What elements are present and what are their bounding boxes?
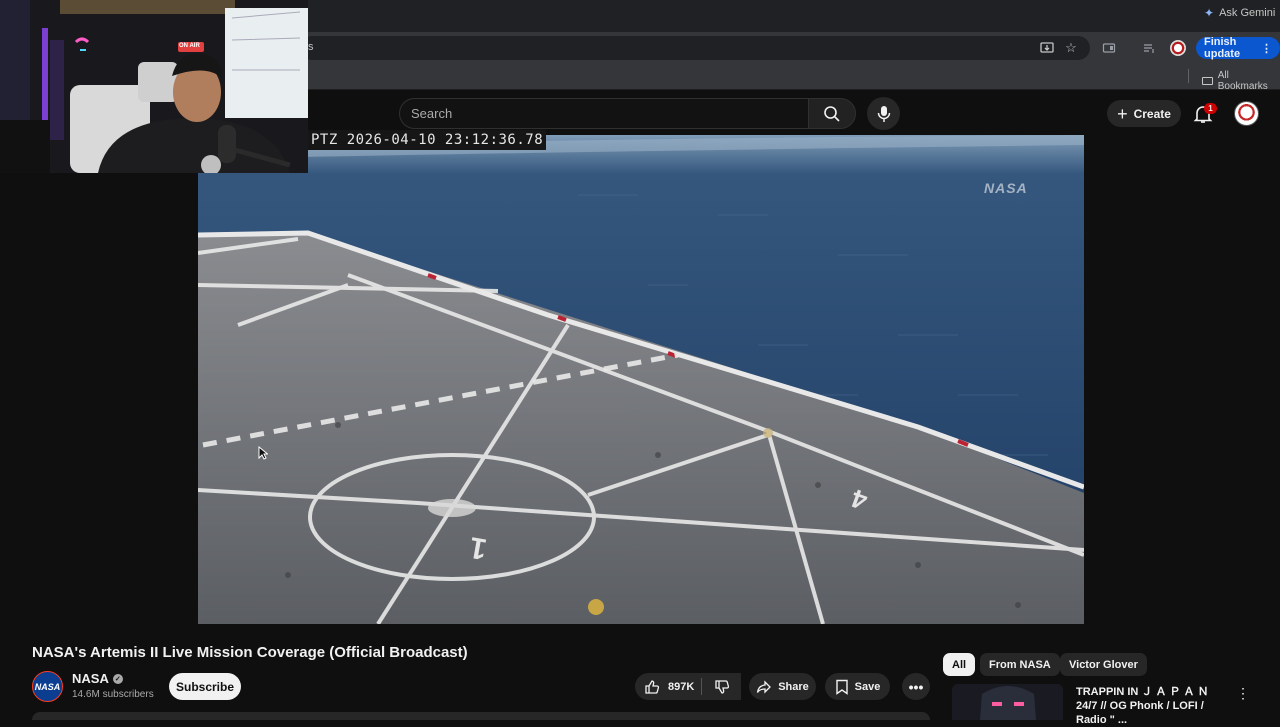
user-avatar[interactable]	[1234, 101, 1259, 126]
subscribe-button[interactable]: Subscribe	[169, 673, 241, 700]
dislike-button[interactable]	[702, 673, 741, 700]
more-actions-button[interactable]: •••	[902, 673, 930, 700]
share-button[interactable]: Share	[749, 673, 816, 700]
share-arrow-icon	[757, 679, 772, 694]
bookmarks-divider	[1188, 69, 1189, 83]
plus-icon: +	[1117, 103, 1128, 124]
notification-count-badge: 1	[1204, 103, 1217, 114]
all-bookmarks-label: All Bookmarks	[1217, 70, 1268, 92]
reading-mode-icon[interactable]	[1100, 39, 1118, 57]
create-button[interactable]: + Create	[1107, 100, 1181, 127]
menu-kebab-icon: ⋮	[1261, 42, 1272, 55]
finish-update-label: Finish update	[1204, 36, 1241, 60]
video-frame: 1 4	[198, 135, 1084, 624]
save-button[interactable]: Save	[825, 673, 890, 700]
video-timestamp-overlay: PTZ 2026-04-10 23:12:36.78	[308, 130, 547, 150]
bookmark-star-icon[interactable]: ☆	[1062, 39, 1080, 57]
ask-gemini-button[interactable]: ✦ Ask Gemini	[1204, 6, 1275, 20]
search-placeholder: Search	[411, 106, 453, 121]
recommendation-thumbnail[interactable]	[952, 684, 1063, 720]
video-title: NASA's Artemis II Live Mission Coverage …	[32, 644, 468, 661]
recommendation-title[interactable]: TRAPPIN IN Ｊ Ａ Ｐ Ａ Ｎ 24/7 // OG Phonk / …	[1076, 685, 1226, 727]
search-input[interactable]: Search	[399, 98, 809, 129]
like-count: 897K	[668, 680, 695, 693]
all-bookmarks-button[interactable]: All Bookmarks	[1202, 70, 1280, 92]
profile-avatar-icon[interactable]	[1170, 40, 1186, 56]
save-label: Save	[854, 680, 881, 693]
create-label: Create	[1133, 106, 1171, 121]
gemini-sparkle-icon: ✦	[1204, 6, 1215, 20]
media-controls-icon[interactable]	[1140, 39, 1158, 57]
chip-all[interactable]: All	[943, 653, 976, 676]
channel-avatar[interactable]: NASA	[32, 671, 63, 702]
voice-search-button[interactable]	[867, 97, 900, 130]
microphone-icon	[877, 105, 890, 122]
thumbs-down-icon	[714, 679, 729, 694]
thumbs-up-icon	[645, 679, 660, 694]
mouse-cursor-icon	[258, 446, 268, 460]
ask-gemini-label: Ask Gemini	[1219, 7, 1276, 19]
recommendation-more-icon[interactable]: ⋮	[1236, 685, 1250, 701]
finish-update-button[interactable]: Finish update ⋮	[1196, 36, 1280, 60]
search-button[interactable]	[808, 98, 856, 129]
chip-victor-glover[interactable]: Victor Glover	[1060, 653, 1147, 676]
channel-avatar-text: NASA	[34, 681, 61, 692]
share-label: Share	[778, 680, 809, 693]
on-air-sign: ON AIR	[179, 43, 200, 49]
folder-icon	[1202, 77, 1213, 85]
nasa-watermark: NASA	[984, 180, 1028, 196]
more-horizontal-icon: •••	[908, 678, 924, 695]
bookmark-icon	[835, 679, 848, 695]
chip-from-nasa[interactable]: From NASA	[980, 653, 1060, 676]
channel-name: NASA	[72, 671, 109, 686]
streamer-webcam-overlay: ON AIR	[0, 0, 308, 173]
search-icon	[824, 105, 840, 122]
address-bar[interactable]: s	[300, 36, 1090, 60]
install-app-icon[interactable]	[1038, 39, 1056, 57]
verified-check-icon: ✓	[112, 673, 123, 684]
thumbnail-image	[952, 684, 1063, 720]
video-player[interactable]: 1 4	[198, 135, 1084, 624]
address-bar-text: s	[308, 41, 314, 53]
description-box[interactable]	[32, 712, 930, 720]
channel-name-link[interactable]: NASA ✓	[72, 671, 123, 686]
subscriber-count: 14.6M subscribers	[72, 689, 154, 700]
webcam-feed	[0, 0, 308, 173]
